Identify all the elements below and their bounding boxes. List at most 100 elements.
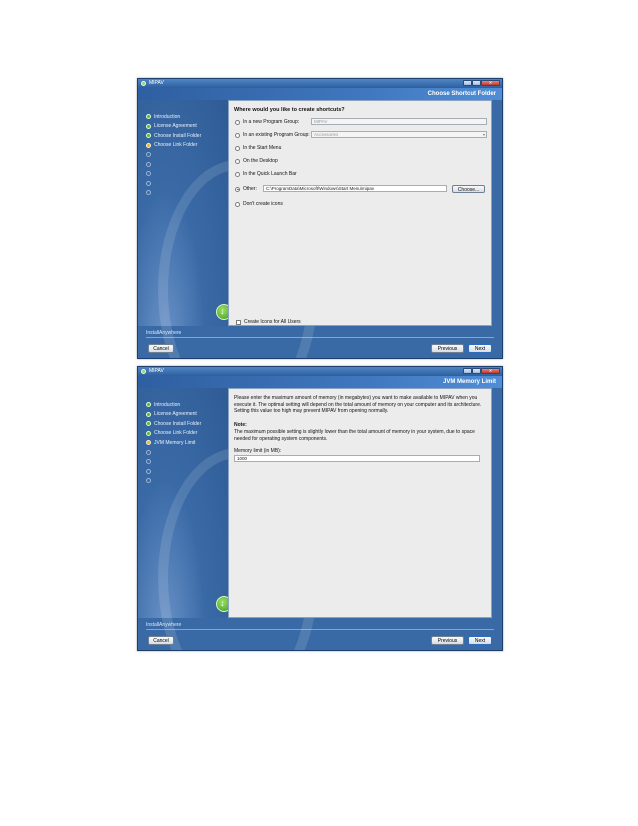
content-panel: Where would you like to create shortcuts… — [228, 100, 492, 326]
cancel-button[interactable]: Cancel — [148, 636, 174, 645]
option-new-program-group[interactable]: In a new Program Group: — [235, 119, 299, 125]
step-label: Choose Install Folder — [154, 132, 202, 139]
all-users-checkbox-row[interactable]: Create Icons for All Users — [236, 319, 301, 325]
next-button[interactable]: Next — [468, 344, 492, 353]
cancel-button[interactable]: Cancel — [148, 344, 174, 353]
step-header: Choose Shortcut Folder — [138, 88, 502, 100]
step-label: Choose Link Folder — [154, 142, 198, 149]
option-existing-program-group[interactable]: In an existing Program Group: — [235, 132, 310, 138]
option-other[interactable]: Other: — [235, 186, 257, 192]
step-label: Choose Install Folder — [154, 420, 202, 427]
pending-step-icon — [146, 459, 151, 465]
app-icon — [141, 369, 146, 374]
check-icon — [146, 421, 151, 427]
pending-step-icon — [146, 449, 151, 455]
radio-button[interactable] — [235, 145, 240, 151]
steps-sidebar: Introduction License Agreement Choose In… — [138, 388, 318, 650]
maximize-icon: □ — [475, 80, 478, 85]
check-icon — [146, 430, 151, 436]
radio-button[interactable] — [235, 158, 240, 164]
close-button[interactable]: ✕ — [481, 368, 500, 374]
other-path-field[interactable]: C:\ProgramData\Microsoft\Windows\Start M… — [263, 185, 447, 192]
installer-window-jvm-memory: MIPAV – □ ✕ JVM Memory Limit Introductio… — [137, 366, 503, 651]
maximize-button[interactable]: □ — [472, 80, 481, 86]
memory-limit-input[interactable]: 1000 — [234, 455, 480, 462]
step-item: Introduction — [146, 400, 201, 410]
previous-button[interactable]: Previous — [431, 636, 464, 645]
checkbox-label: Create Icons for All Users — [244, 319, 301, 325]
minimize-icon: – — [466, 80, 469, 85]
option-label: In a new Program Group: — [243, 119, 300, 125]
option-label: In the Start Menu — [243, 145, 282, 151]
option-no-icons[interactable]: Don't create icons — [235, 201, 283, 207]
step-title: JVM Memory Limit — [442, 379, 496, 385]
step-item — [146, 160, 201, 170]
footer-brand: InstallAnywhere — [146, 622, 182, 628]
step-item — [146, 188, 201, 198]
minimize-button[interactable]: – — [463, 368, 472, 374]
option-start-menu[interactable]: In the Start Menu — [235, 145, 281, 151]
step-label: Introduction — [154, 401, 181, 408]
close-icon: ✕ — [488, 80, 493, 85]
step-title: Choose Shortcut Folder — [427, 91, 496, 97]
radio-button[interactable] — [235, 171, 240, 177]
radio-button[interactable] — [235, 119, 240, 125]
choose-button[interactable]: Choose... — [452, 185, 485, 193]
option-desktop[interactable]: On the Desktop — [235, 158, 278, 164]
radio-button-selected[interactable] — [235, 186, 240, 192]
maximize-icon: □ — [475, 368, 478, 373]
checkbox[interactable] — [236, 319, 241, 325]
step-label: License Agreement — [154, 411, 197, 418]
steps-sidebar: Introduction License Agreement Choose In… — [138, 100, 318, 358]
check-icon — [146, 123, 151, 129]
step-item: License Agreement — [146, 122, 201, 132]
pending-step-icon — [146, 161, 151, 167]
option-label: Other: — [243, 186, 257, 192]
option-label: On the Desktop — [243, 158, 278, 164]
check-icon — [146, 133, 151, 139]
step-header: JVM Memory Limit — [138, 376, 502, 388]
title-bar[interactable]: MIPAV – □ ✕ — [138, 367, 502, 376]
title-bar[interactable]: MIPAV – □ ✕ — [138, 79, 502, 88]
option-label: In an existing Program Group: — [243, 132, 310, 138]
pending-step-icon — [146, 152, 151, 158]
existing-program-group-dropdown[interactable]: Accessories ▾ — [311, 131, 487, 138]
minimize-button[interactable]: – — [463, 80, 472, 86]
previous-button[interactable]: Previous — [431, 344, 464, 353]
new-program-group-field[interactable]: MIPAV — [311, 118, 487, 125]
window-title: MIPAV — [149, 368, 164, 374]
steps-list: Introduction License Agreement Choose In… — [146, 400, 201, 486]
step-item — [146, 457, 201, 467]
option-label: In the Quick Launch Bar — [243, 171, 297, 177]
note-label: Note: — [234, 422, 247, 428]
minimize-icon: – — [466, 368, 469, 373]
close-button[interactable]: ✕ — [481, 80, 500, 86]
step-item: Choose Link Folder — [146, 429, 201, 439]
radio-button[interactable] — [235, 132, 240, 138]
next-button[interactable]: Next — [468, 636, 492, 645]
current-step-icon — [146, 142, 151, 148]
chevron-down-icon: ▾ — [482, 132, 485, 137]
shortcut-question: Where would you like to create shortcuts… — [234, 107, 345, 113]
step-item: Introduction — [146, 112, 201, 122]
step-item: Choose Link Folder — [146, 141, 201, 151]
radio-button[interactable] — [235, 201, 240, 207]
check-icon — [146, 114, 151, 120]
maximize-button[interactable]: □ — [472, 368, 481, 374]
window-title: MIPAV — [149, 80, 164, 86]
step-label: License Agreement — [154, 123, 197, 130]
dropdown-value: Accessories — [314, 132, 339, 137]
app-icon — [141, 81, 146, 86]
step-item: JVM Memory Limit — [146, 438, 201, 448]
step-item — [146, 169, 201, 179]
step-item: Choose Install Folder — [146, 419, 201, 429]
check-icon — [146, 411, 151, 417]
footer-divider — [146, 337, 494, 338]
step-item: Choose Install Folder — [146, 131, 201, 141]
installer-window-shortcut-folder: MIPAV – □ ✕ Choose Shortcut Folder Intro… — [137, 78, 503, 359]
step-label: JVM Memory Limit — [154, 439, 196, 446]
step-item: License Agreement — [146, 410, 201, 420]
steps-list: Introduction License Agreement Choose In… — [146, 112, 201, 198]
step-item — [146, 467, 201, 477]
option-quick-launch[interactable]: In the Quick Launch Bar — [235, 171, 297, 177]
